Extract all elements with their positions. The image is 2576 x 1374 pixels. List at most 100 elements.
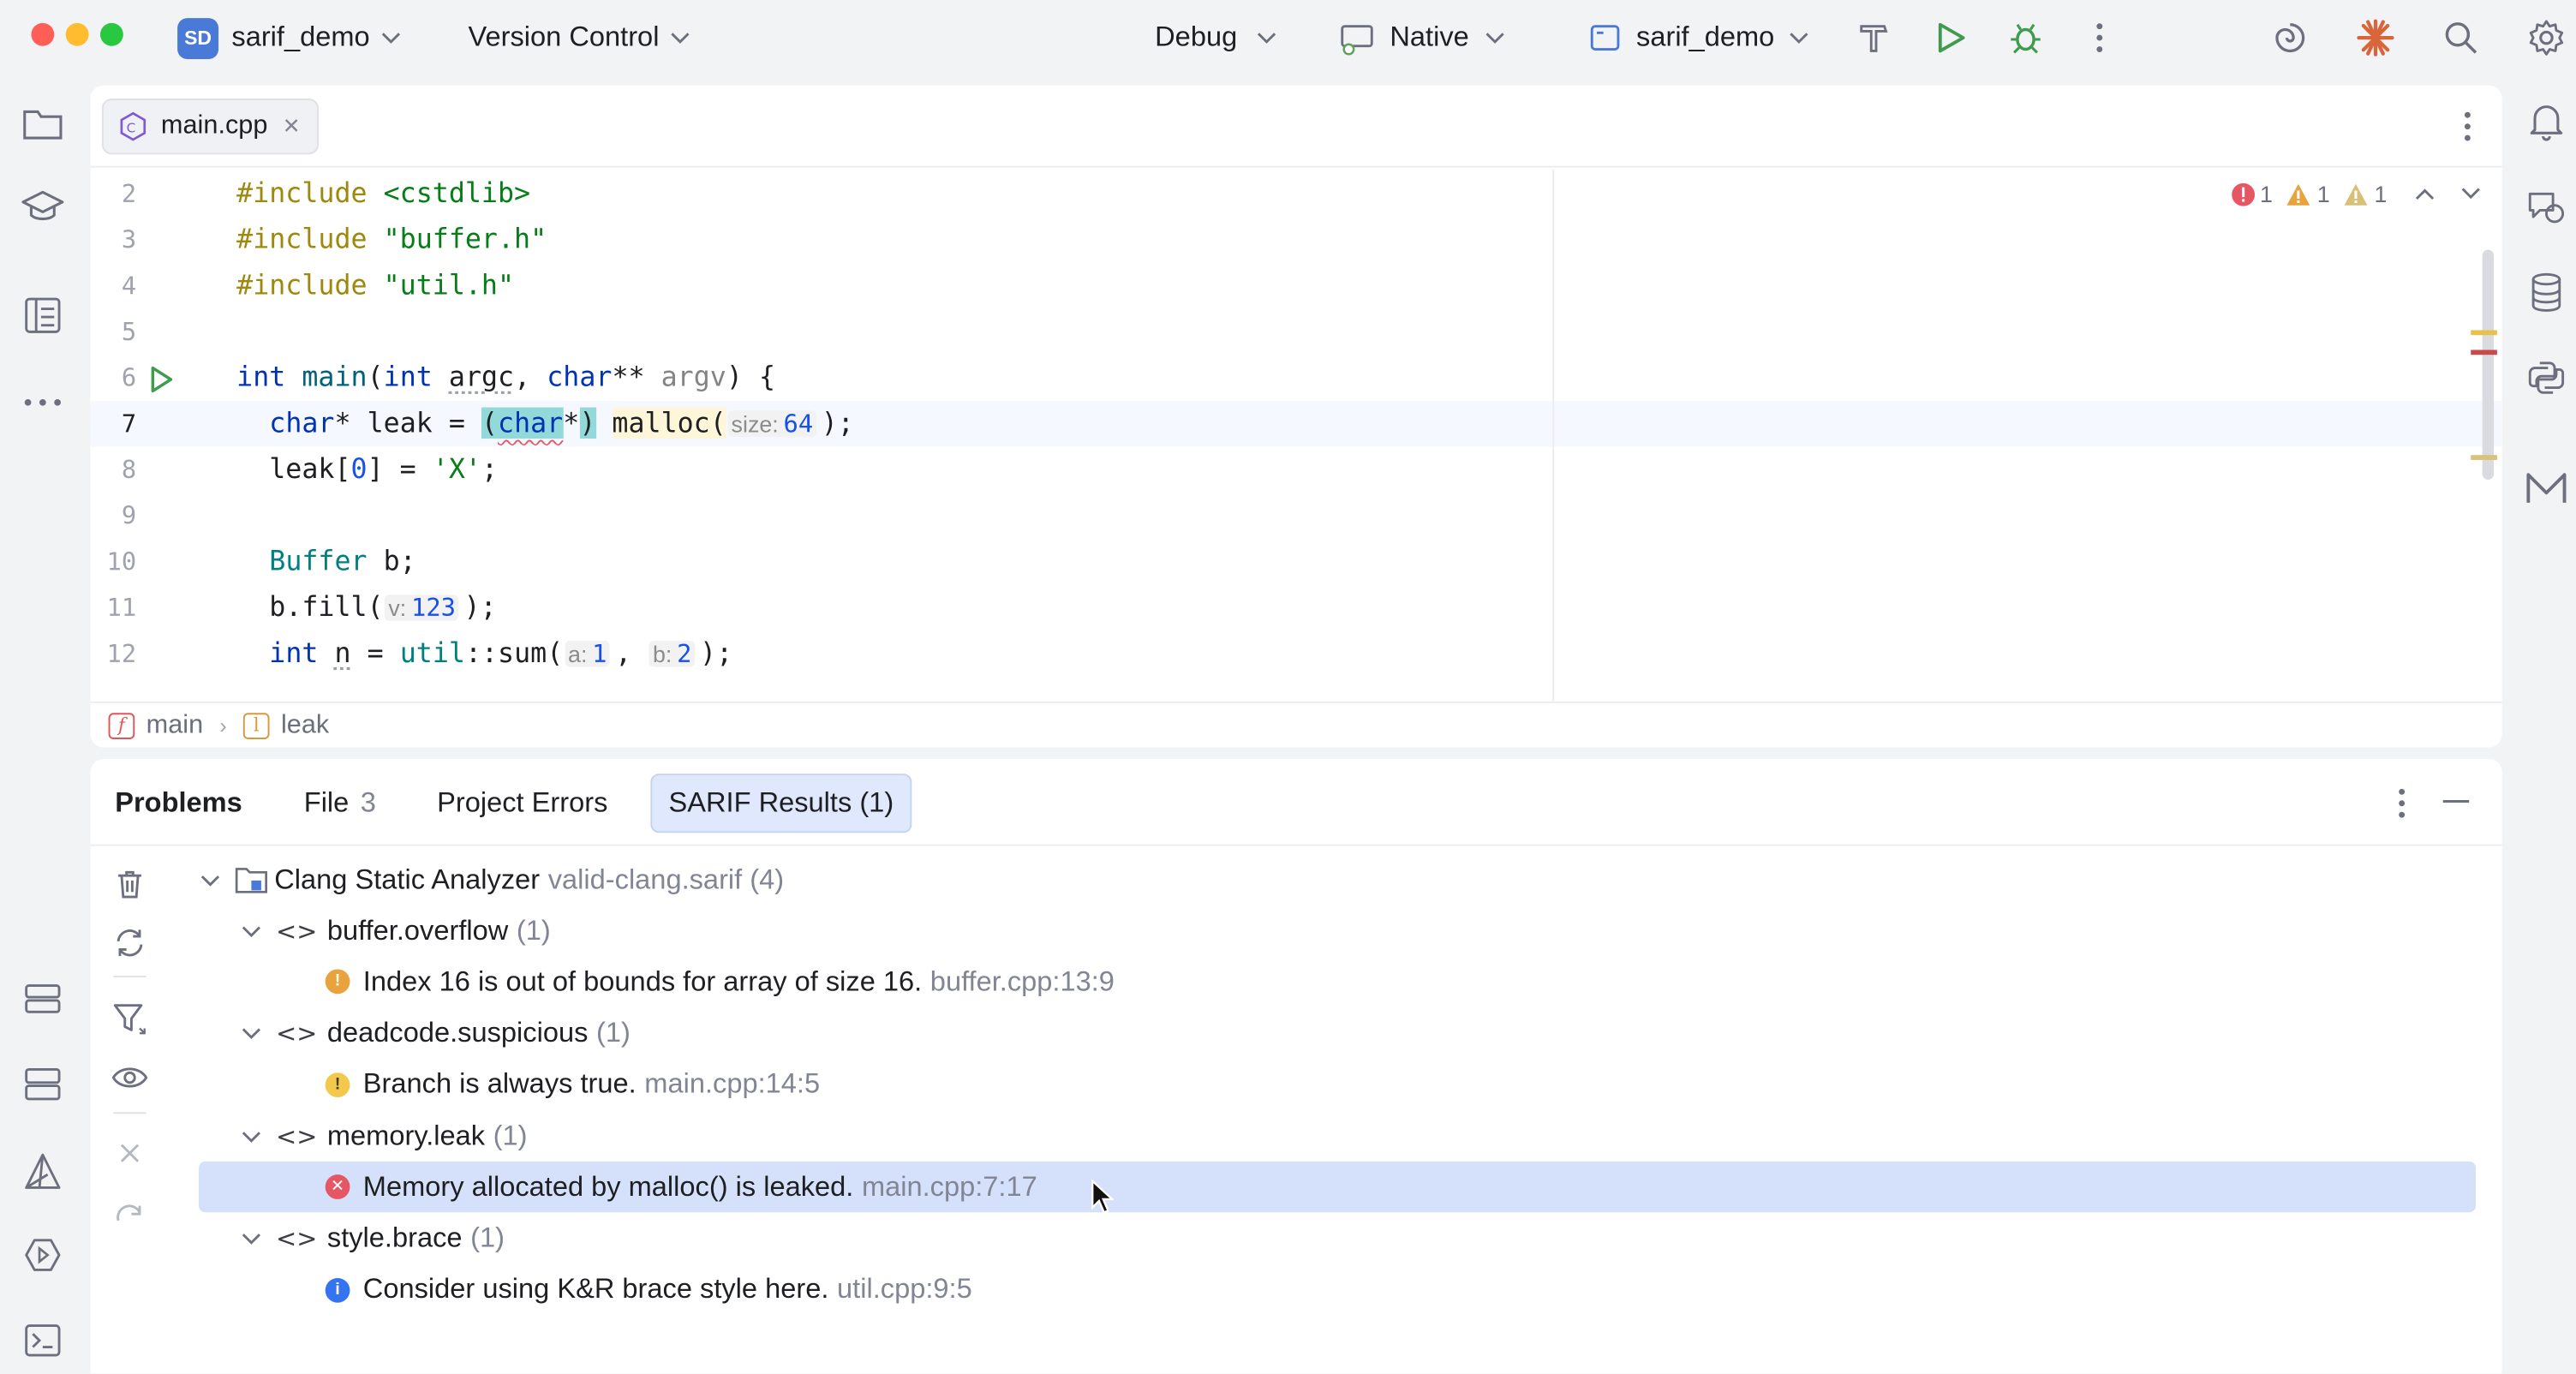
tree-result-row[interactable]: ✕ Memory allocated by malloc() is leaked.… bbox=[199, 1162, 2476, 1213]
code-tag-icon: <> bbox=[276, 1223, 318, 1253]
folder-module-icon bbox=[235, 865, 268, 895]
learn-icon[interactable] bbox=[20, 184, 66, 230]
weak-warning-icon: ! bbox=[325, 1072, 350, 1097]
close-tab-icon[interactable]: ✕ bbox=[283, 113, 301, 140]
code-editor[interactable]: 2 #include <cstdlib> 3 #include "buffer.h" 4… bbox=[90, 170, 2502, 702]
problems-panel: Problems File 3 Project Errors SARIF Res… bbox=[90, 758, 2502, 1374]
code-token: int bbox=[236, 361, 286, 393]
markdown-m-icon[interactable] bbox=[2524, 465, 2570, 511]
maximize-window-button[interactable] bbox=[99, 22, 123, 46]
ai-assistant-icon[interactable] bbox=[2270, 18, 2310, 57]
tree-result-row[interactable]: ! Index 16 is out of bounds for array of … bbox=[199, 957, 2476, 1007]
chevron-down-icon[interactable] bbox=[242, 924, 261, 937]
inspection-widget[interactable]: 1 1 1 bbox=[2230, 181, 2482, 207]
tab-file[interactable]: File 3 bbox=[288, 774, 392, 833]
run-gutter-icon[interactable] bbox=[146, 365, 176, 395]
code-line[interactable]: 3 #include "buffer.h" bbox=[90, 217, 2501, 263]
code-line[interactable]: 7 char* leak = (char*) malloc(size: 64); bbox=[90, 400, 2502, 447]
tree-result-row[interactable]: ! Branch is always true. main.cpp:14:5 bbox=[199, 1060, 2476, 1110]
notifications-bell-icon[interactable] bbox=[2524, 99, 2570, 145]
filter-icon[interactable] bbox=[107, 995, 153, 1042]
breadcrumb-function[interactable]: main bbox=[146, 710, 204, 740]
redo-icon[interactable] bbox=[107, 1189, 153, 1235]
trash-icon[interactable] bbox=[107, 861, 153, 907]
tree-rule-node[interactable]: <> buffer.overflow (1) bbox=[199, 905, 2476, 956]
run-tool-icon[interactable] bbox=[20, 1232, 66, 1278]
minimize-window-button[interactable] bbox=[65, 22, 89, 46]
structure-icon[interactable] bbox=[20, 292, 66, 338]
chevron-down-icon[interactable] bbox=[242, 1027, 261, 1040]
build-hammer-icon[interactable] bbox=[1855, 18, 1894, 57]
ai-chat-icon[interactable] bbox=[2524, 184, 2570, 230]
chevron-down-icon[interactable] bbox=[242, 1129, 261, 1142]
parameter-hint: size: 64 bbox=[727, 409, 817, 439]
tree-node-detail: util.cpp:9:5 bbox=[837, 1273, 972, 1305]
code-line[interactable]: 2 #include <cstdlib> bbox=[90, 170, 2501, 217]
tab-sarif-results[interactable]: SARIF Results (1) bbox=[650, 774, 912, 833]
eye-icon[interactable] bbox=[107, 1054, 153, 1101]
debug-icon[interactable] bbox=[2006, 18, 2046, 57]
next-problem-icon[interactable] bbox=[2459, 186, 2483, 202]
chevron-down-icon[interactable] bbox=[242, 1232, 261, 1245]
terminal-icon[interactable] bbox=[20, 1317, 66, 1364]
tree-rule-node[interactable]: <> deadcode.suspicious (1) bbox=[199, 1008, 2476, 1059]
run-target-selector[interactable]: sarif_demo bbox=[1588, 0, 1808, 75]
tab-problems[interactable]: Problems bbox=[99, 774, 259, 833]
parameter-hint-value: 123 bbox=[410, 593, 456, 623]
code-line[interactable]: 11 b.fill(v: 123); bbox=[90, 585, 2501, 631]
previous-problem-icon[interactable] bbox=[2413, 186, 2436, 202]
vcs-widget[interactable]: Version Control bbox=[469, 0, 690, 75]
code-line[interactable]: 4 #include "util.h" bbox=[90, 263, 2501, 309]
tab-project-errors[interactable]: Project Errors bbox=[421, 774, 625, 833]
panel-options-icon[interactable] bbox=[2397, 787, 2407, 820]
chevron-down-icon[interactable] bbox=[200, 873, 220, 886]
more-actions-icon[interactable] bbox=[2080, 18, 2119, 57]
close-icon[interactable] bbox=[107, 1130, 153, 1176]
search-icon[interactable] bbox=[2442, 18, 2481, 57]
python-console-icon[interactable] bbox=[2524, 355, 2570, 401]
refresh-icon[interactable] bbox=[107, 920, 153, 966]
layers-icon[interactable] bbox=[20, 1061, 66, 1108]
claude-icon[interactable] bbox=[2356, 18, 2395, 57]
line-number: 10 bbox=[106, 547, 137, 577]
error-stripe[interactable] bbox=[2471, 349, 2497, 355]
parameter-hint-name: b: bbox=[652, 640, 672, 667]
close-window-button[interactable] bbox=[31, 22, 55, 46]
database-icon[interactable] bbox=[2524, 270, 2570, 316]
build-config-selector[interactable]: Debug bbox=[1155, 0, 1276, 75]
project-widget[interactable]: SD sarif_demo bbox=[177, 0, 401, 75]
code-token: , bbox=[615, 637, 648, 669]
code-token: ( bbox=[481, 407, 499, 439]
run-icon[interactable] bbox=[1930, 18, 1969, 57]
project-folder-icon[interactable] bbox=[20, 100, 66, 146]
services-icon[interactable] bbox=[20, 976, 66, 1022]
code-line[interactable]: 6 int main(int argc, char** argv) { bbox=[90, 355, 2501, 401]
code-token: ; bbox=[481, 453, 499, 485]
editor-tab-main-cpp[interactable]: C main.cpp ✕ bbox=[101, 99, 319, 155]
settings-gear-icon[interactable] bbox=[2526, 18, 2566, 57]
code-token: 0 bbox=[350, 453, 368, 485]
tree-rule-node[interactable]: <> memory.leak (1) bbox=[199, 1110, 2476, 1161]
tree-node-detail: main.cpp:14:5 bbox=[644, 1068, 821, 1100]
code-line[interactable]: 10 Buffer b; bbox=[90, 539, 2501, 585]
code-line[interactable]: 5 bbox=[90, 309, 2501, 355]
warning-stripe[interactable] bbox=[2471, 455, 2497, 460]
code-line[interactable]: 12 int n = util::sum(a: 1, b: 2); bbox=[90, 630, 2501, 677]
tree-rule-node[interactable]: <> style.brace (1) bbox=[199, 1213, 2476, 1263]
toolchain-selector[interactable]: Native bbox=[1337, 0, 1505, 75]
code-line[interactable]: 8 leak[0] = 'X'; bbox=[90, 447, 2501, 493]
editor-scrollbar[interactable] bbox=[2482, 249, 2495, 480]
tree-root-node[interactable]: Clang Static Analyzer valid-clang.sarif (… bbox=[199, 854, 2476, 905]
code-line[interactable]: 9 bbox=[90, 493, 2501, 539]
code-token: ) { bbox=[726, 361, 776, 393]
editor-tab-options-icon[interactable] bbox=[2463, 110, 2473, 142]
hide-panel-icon[interactable] bbox=[2442, 799, 2470, 803]
weak-warning-stripe[interactable] bbox=[2471, 330, 2497, 336]
cmake-icon[interactable] bbox=[20, 1148, 66, 1194]
tree-result-row[interactable]: i Consider using K&R brace style here. uti… bbox=[199, 1264, 2476, 1315]
code-token: Buffer bbox=[269, 545, 368, 577]
monitor-icon bbox=[1341, 25, 1373, 56]
breadcrumb-variable[interactable]: leak bbox=[281, 710, 329, 740]
more-tools-icon[interactable] bbox=[20, 379, 66, 426]
